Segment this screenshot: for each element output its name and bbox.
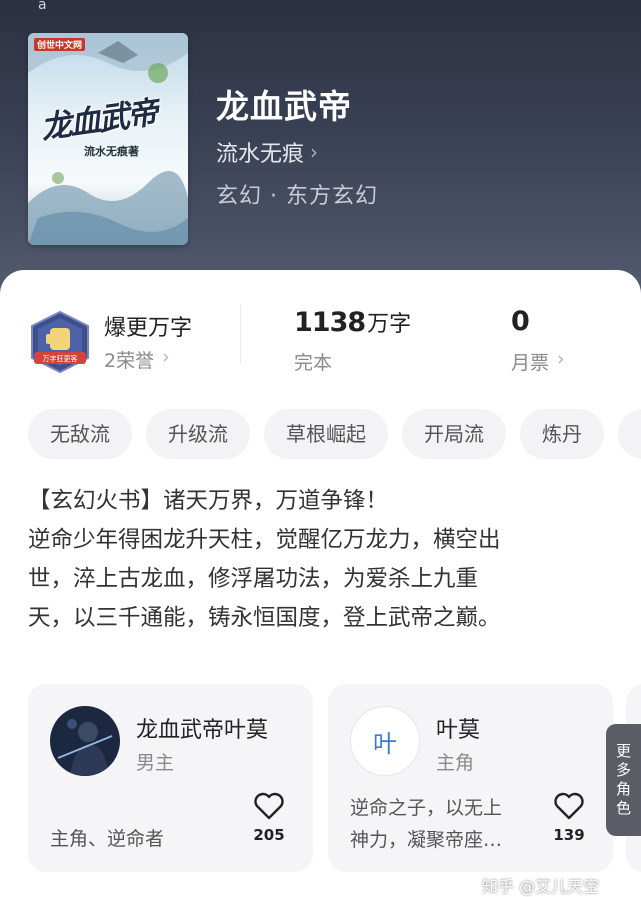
heart-icon bbox=[554, 792, 584, 820]
book-header: a 创世中文网 龙血武帝 流水无痕著 龙血武帝 流水无痕 › 玄幻 · 东方玄幻 bbox=[0, 0, 641, 300]
character-list: 龙血武帝叶莫 男主 主角、逆命者 205 叶 叶莫 主角 逆命之子，以无上 神力… bbox=[28, 684, 641, 872]
chevron-right-icon: › bbox=[310, 140, 319, 164]
watermark: 知乎 @艾儿天空 bbox=[482, 877, 600, 896]
book-genre: 玄幻 · 东方玄幻 bbox=[216, 184, 378, 209]
more-roles-char: 角 bbox=[615, 780, 631, 798]
tag-chip[interactable]: 炼丹 bbox=[520, 409, 604, 459]
badge-label: 万字狂更客 bbox=[43, 354, 78, 363]
corner-mark: a bbox=[38, 0, 47, 13]
author-link[interactable]: 流水无痕 › bbox=[216, 136, 318, 168]
honor-title: 爆更万字 bbox=[104, 316, 193, 341]
honor-count: 2荣誉 bbox=[104, 350, 155, 372]
stats-row: 万字狂更客 爆更万字 2荣誉 › 1138 万字 完本 0 月票 › bbox=[0, 270, 641, 390]
heart-icon bbox=[254, 792, 284, 820]
tag-chip-partial[interactable] bbox=[618, 409, 641, 459]
author-name: 流水无痕 bbox=[216, 142, 305, 167]
honor-link[interactable]: 2荣誉 › bbox=[104, 346, 170, 373]
intro-line: 世，淬上古龙血，修浮屠功法，为爱杀上九重 bbox=[28, 566, 479, 592]
character-name: 龙血武帝叶莫 bbox=[136, 718, 269, 743]
more-roles-char: 色 bbox=[615, 799, 631, 817]
character-card[interactable]: 叶 叶莫 主角 逆命之子，以无上 神力，凝聚帝座… 139 bbox=[328, 684, 613, 872]
completion-status: 完本 bbox=[294, 352, 333, 374]
tag-list: 无敌流 升级流 草根崛起 开局流 炼丹 bbox=[28, 409, 641, 459]
character-desc: 主角、逆命者 bbox=[50, 828, 165, 850]
like-button[interactable]: 139 bbox=[547, 792, 591, 844]
monthly-ticket-label: 月票 bbox=[511, 352, 550, 374]
more-roles-char: 多 bbox=[615, 761, 631, 779]
monthly-ticket-count: 0 bbox=[511, 306, 530, 337]
more-roles-char: 更 bbox=[615, 742, 631, 760]
character-avatar bbox=[50, 706, 120, 776]
character-name: 叶莫 bbox=[436, 718, 481, 743]
chevron-right-icon: › bbox=[162, 346, 170, 368]
cover-author: 流水无痕著 bbox=[84, 145, 139, 158]
word-count-unit: 万字 bbox=[367, 312, 412, 337]
character-role: 主角 bbox=[436, 752, 475, 774]
book-cover[interactable]: 创世中文网 龙血武帝 流水无痕著 bbox=[28, 33, 188, 245]
chevron-right-icon: › bbox=[557, 348, 565, 370]
intro-line: 逆命少年得困龙升天柱，觉醒亿万龙力，横空出 bbox=[28, 527, 501, 553]
book-title: 龙血武帝 bbox=[216, 87, 352, 126]
character-desc: 逆命之子，以无上 神力，凝聚帝座… bbox=[350, 792, 530, 856]
cover-publisher: 创世中文网 bbox=[34, 38, 86, 51]
tag-chip[interactable]: 升级流 bbox=[146, 409, 250, 459]
word-count: 1138 万字 bbox=[294, 306, 411, 338]
monthly-ticket-link[interactable]: 月票 › bbox=[511, 348, 565, 375]
character-desc-line: 神力，凝聚帝座… bbox=[350, 829, 503, 851]
character-role: 男主 bbox=[136, 752, 175, 774]
honor-badge-icon[interactable]: 万字狂更客 bbox=[28, 310, 92, 376]
book-detail-card: 万字狂更客 爆更万字 2荣誉 › 1138 万字 完本 0 月票 › 无敌流 升级… bbox=[0, 270, 641, 892]
stats-divider bbox=[240, 304, 241, 364]
intro-line: 天，以三千通能，铸永恒国度，登上武帝之巅。 bbox=[28, 605, 501, 631]
more-characters-button[interactable]: 更 多 角 色 bbox=[606, 724, 641, 836]
like-count: 139 bbox=[553, 826, 585, 844]
like-count: 205 bbox=[253, 826, 285, 844]
book-intro[interactable]: 【玄幻火书】诸天万界，万道争锋！ 逆命少年得困龙升天柱，觉醒亿万龙力，横空出 世… bbox=[28, 482, 608, 638]
character-desc-line: 逆命之子，以无上 bbox=[350, 797, 503, 819]
character-card[interactable]: 龙血武帝叶莫 男主 主角、逆命者 205 bbox=[28, 684, 313, 872]
like-button[interactable]: 205 bbox=[247, 792, 291, 844]
tag-chip[interactable]: 无敌流 bbox=[28, 409, 132, 459]
word-count-number: 1138 bbox=[294, 307, 366, 338]
character-avatar: 叶 bbox=[350, 706, 420, 776]
intro-line: 【玄幻火书】诸天万界，万道争锋！ bbox=[28, 488, 389, 514]
tag-chip[interactable]: 开局流 bbox=[402, 409, 506, 459]
tag-chip[interactable]: 草根崛起 bbox=[264, 409, 388, 459]
